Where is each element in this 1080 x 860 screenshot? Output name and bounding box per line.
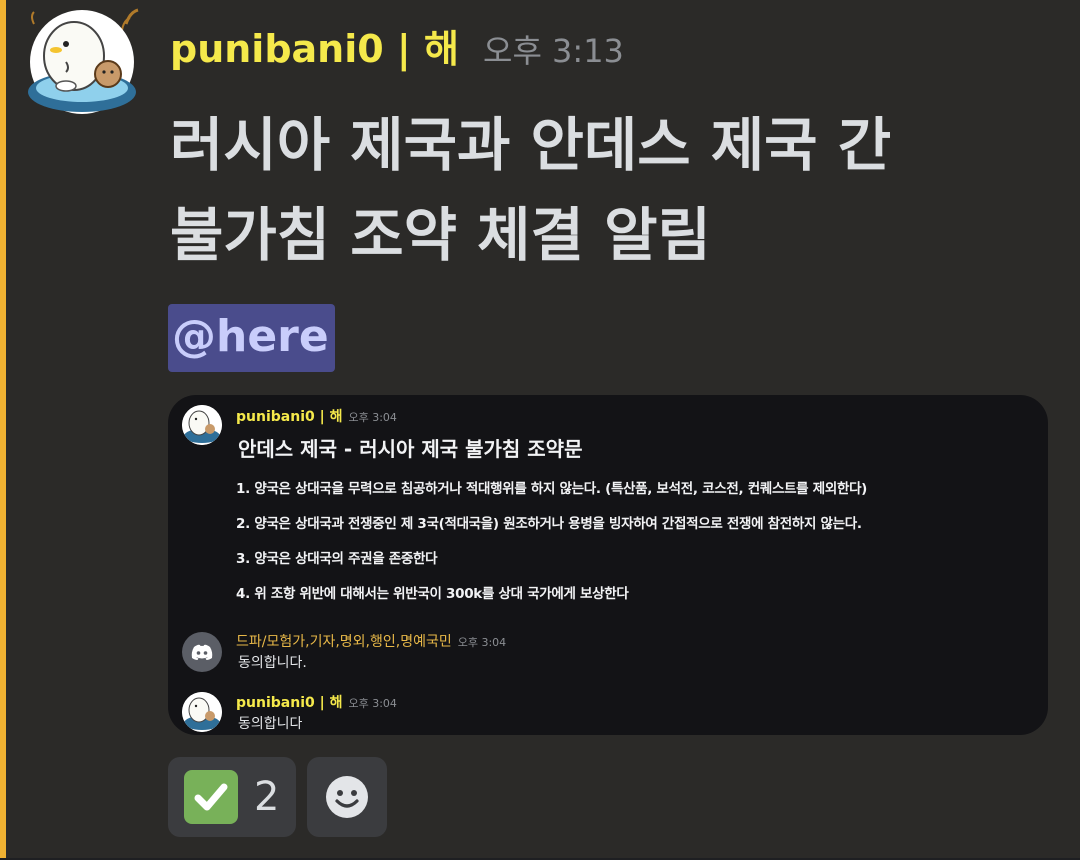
message-title: 러시아 제국과 안데스 제국 간 불가침 조약 체결 알림 [170, 100, 1050, 280]
treaty-article-4: 4. 위 조항 위반에 대해서는 위반국이 300k를 상대 국가에게 보상한다 [236, 586, 629, 602]
message-timestamp[interactable]: 오후 3:13 [483, 26, 624, 72]
treaty-article-3: 3. 양국은 상대국의 주권을 존중한다 [236, 551, 438, 567]
embed-msg1-timestamp: 오후 3:04 [348, 411, 397, 424]
treaty-title: 안데스 제국 - 러시아 제국 불가침 조약문 [238, 437, 583, 461]
treaty-articles: 1. 양국은 상대국을 무력으로 침공하거나 적대행위를 하지 않는다. (특산… [236, 477, 867, 617]
embed-msg3-timestamp: 오후 3:04 [348, 697, 397, 710]
user-avatar[interactable] [26, 6, 144, 124]
add-reaction-icon [326, 776, 368, 818]
message-title-line2: 불가침 조약 체결 알림 [170, 201, 711, 269]
embed-msg2-username[interactable]: 드파/모험가,기자,명외,행인,명예국민 [236, 634, 452, 650]
embed-msg3-header: punibani0 | 해 오후 3:04 [236, 692, 397, 712]
message-title-line1: 러시아 제국과 안데스 제국 간 [170, 111, 892, 179]
treaty-article-2: 2. 양국은 상대국과 전쟁중인 제 3국(적대국을) 원조하거나 용병을 빙자… [236, 516, 862, 532]
highlight-accent-bar [0, 0, 6, 860]
add-reaction-button[interactable] [307, 757, 387, 837]
embed-msg2-header: 드파/모험가,기자,명외,행인,명예국민 오후 3:04 [236, 631, 506, 651]
white-check-mark-icon [184, 770, 238, 824]
embed-msg1-header: punibani0 | 해 오후 3:04 [236, 406, 397, 426]
treaty-article-1: 1. 양국은 상대국을 무력으로 침공하거나 적대행위를 하지 않는다. (특산… [236, 481, 868, 497]
check-reaction-count: 2 [254, 774, 280, 820]
here-mention[interactable]: @here [168, 304, 335, 372]
embed-msg2-text: 동의합니다. [238, 655, 307, 671]
embed-msg3-username[interactable]: punibani0 | 해 [236, 695, 342, 711]
discord-default-avatar [182, 632, 222, 672]
embed-msg1-username[interactable]: punibani0 | 해 [236, 409, 342, 425]
check-reaction-button[interactable]: 2 [168, 757, 296, 837]
embed-msg2-timestamp: 오후 3:04 [457, 636, 507, 649]
discord-icon [191, 644, 213, 660]
embedded-screenshot[interactable]: punibani0 | 해 오후 3:04 안데스 제국 - 러시아 제국 불가침… [168, 395, 1048, 735]
message-header: punibani0 | 해 오후 3:13 [170, 18, 624, 73]
embed-msg3-text: 동의합니다 [238, 716, 303, 732]
embed-avatar-1 [182, 405, 222, 445]
embed-avatar-3 [182, 692, 222, 732]
message-username[interactable]: punibani0 | 해 [170, 18, 459, 73]
